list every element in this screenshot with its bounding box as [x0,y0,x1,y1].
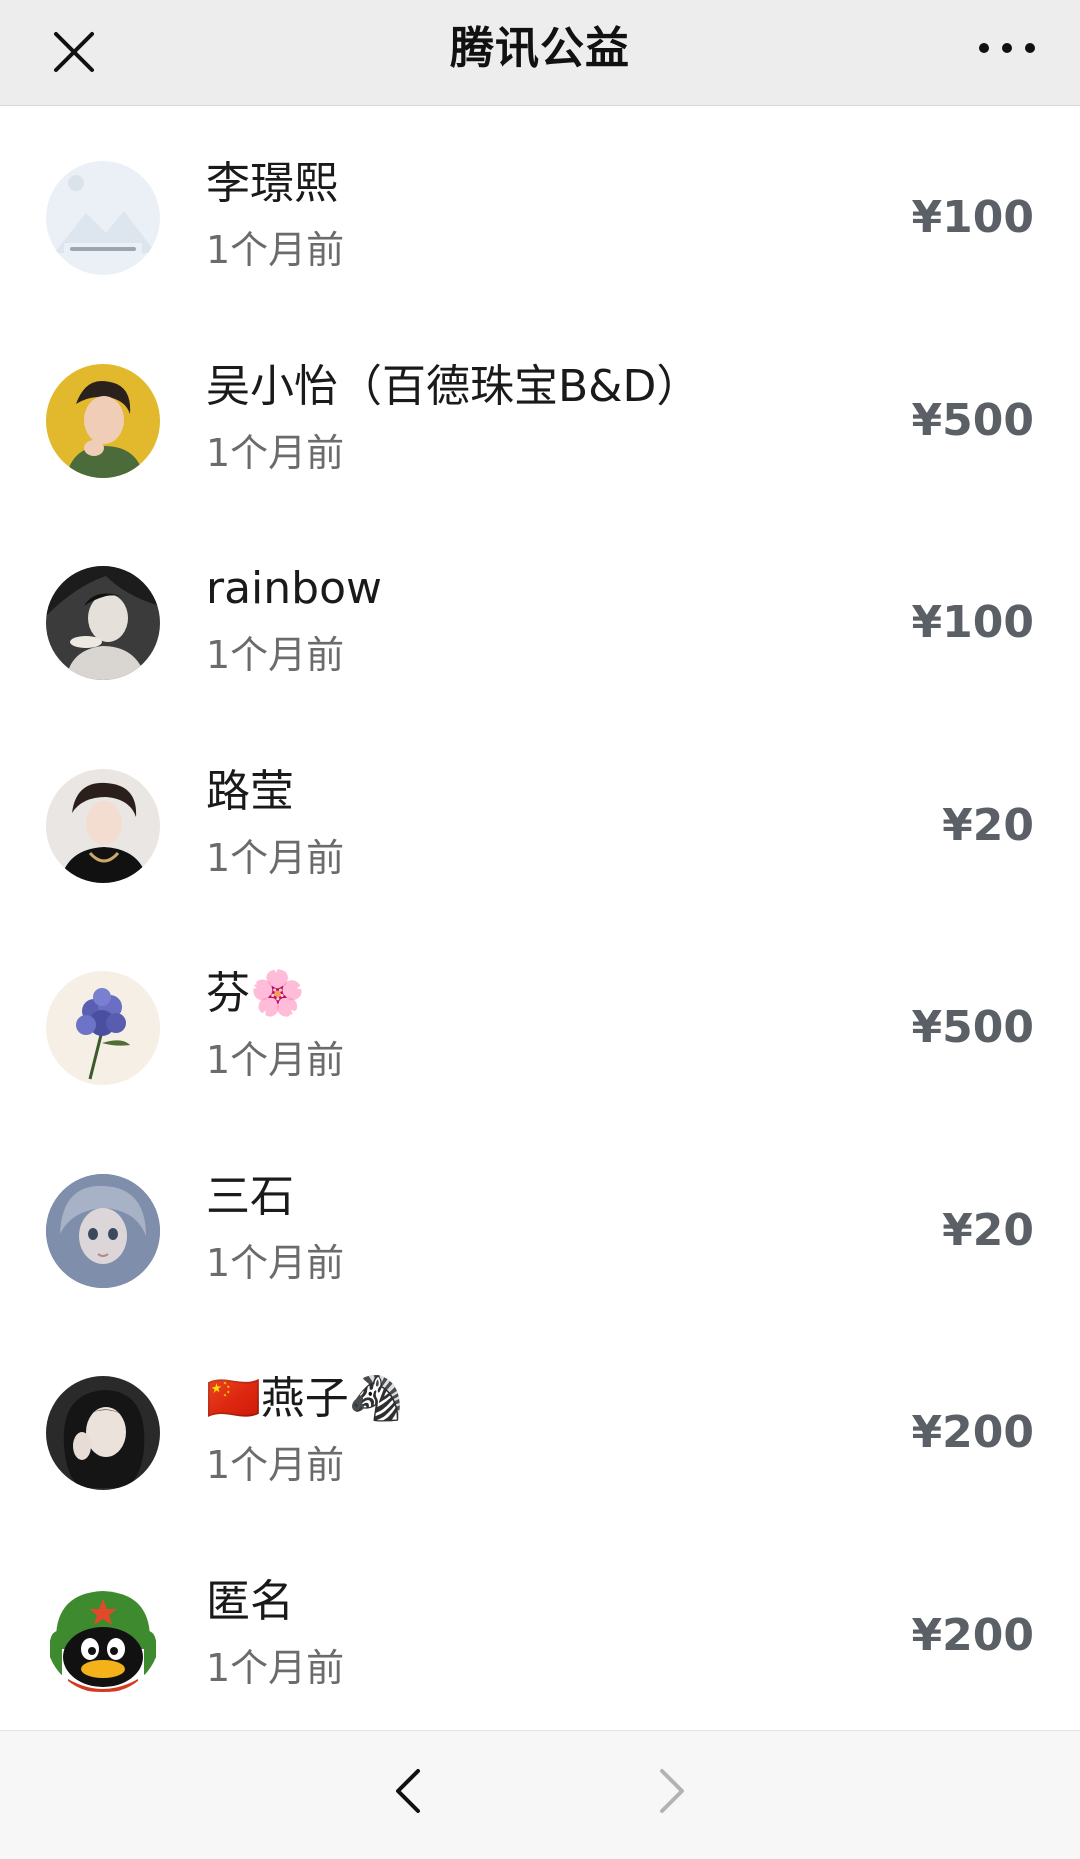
donation-time: 1个月前 [206,633,345,677]
woman-portrait-dark-avatar [46,1376,160,1490]
donation-time: 1个月前 [206,228,345,272]
donor-name: 芬🌸 [206,968,305,1019]
list-item[interactable]: rainbow 1个月前 ¥100 [0,511,1080,714]
page-title: 腾讯公益 [450,23,630,74]
donation-amount: ¥200 [911,1609,1034,1661]
donor-name: 🇨🇳燕子🦓 [206,1373,404,1424]
list-item[interactable]: 三石 1个月前 ¥20 [0,1119,1080,1322]
donation-time: 1个月前 [206,1240,345,1285]
qq-penguin-avatar [46,1578,160,1693]
more-dots-icon[interactable] [972,28,1042,68]
list-item[interactable]: 芬🌸 1个月前 ¥500 [0,916,1080,1119]
donation-amount: ¥500 [911,1002,1034,1053]
donation-amount: ¥100 [911,192,1034,243]
donation-amount: ¥20 [942,1204,1034,1256]
donation-time: 1个月前 [206,1443,345,1487]
donor-name: 吴小怡（百德珠宝B&D） [206,360,701,412]
chevron-right-icon[interactable] [640,1761,700,1821]
list-item[interactable]: 吴小怡（百德珠宝B&D） 1个月前 ¥500 [0,309,1080,512]
donor-list: 李璟熙 1个月前 ¥100 吴小怡（百德珠宝B&D） 1个月前 ¥500 rai… [0,106,1080,1726]
list-item[interactable]: 路莹 1个月前 ¥20 [0,714,1080,917]
list-item[interactable]: 李璟熙 1个月前 ¥100 [0,106,1080,309]
woman-portrait-light-avatar [46,768,160,883]
donor-name: 路莹 [206,765,294,817]
donor-name: 三石 [206,1170,294,1222]
placeholder-image-avatar [46,161,160,275]
donation-amount: ¥500 [911,394,1034,446]
hydrangea-flower-avatar [46,971,160,1085]
donation-time: 1个月前 [206,1038,345,1082]
bottom-toolbar [0,1730,1080,1859]
donor-name: 匿名 [206,1575,294,1627]
donation-amount: ¥100 [911,597,1034,648]
donation-amount: ¥200 [911,1407,1034,1458]
donation-time: 1个月前 [206,835,345,880]
donor-name: 李璟熙 [206,158,338,209]
woman-portrait-bw-avatar [46,566,160,680]
woman-portrait-yellow-avatar [46,363,160,478]
donation-time: 1个月前 [206,1645,345,1690]
top-navbar: 腾讯公益 [0,0,1080,106]
list-item[interactable]: 匿名 1个月前 ¥200 [0,1524,1080,1727]
donor-name: rainbow [206,563,382,614]
list-item[interactable]: 🇨🇳燕子🦓 1个月前 ¥200 [0,1321,1080,1524]
chevron-left-icon[interactable] [380,1761,440,1821]
donation-time: 1个月前 [206,430,345,475]
doll-face-avatar [46,1173,160,1288]
donation-amount: ¥20 [942,799,1034,851]
